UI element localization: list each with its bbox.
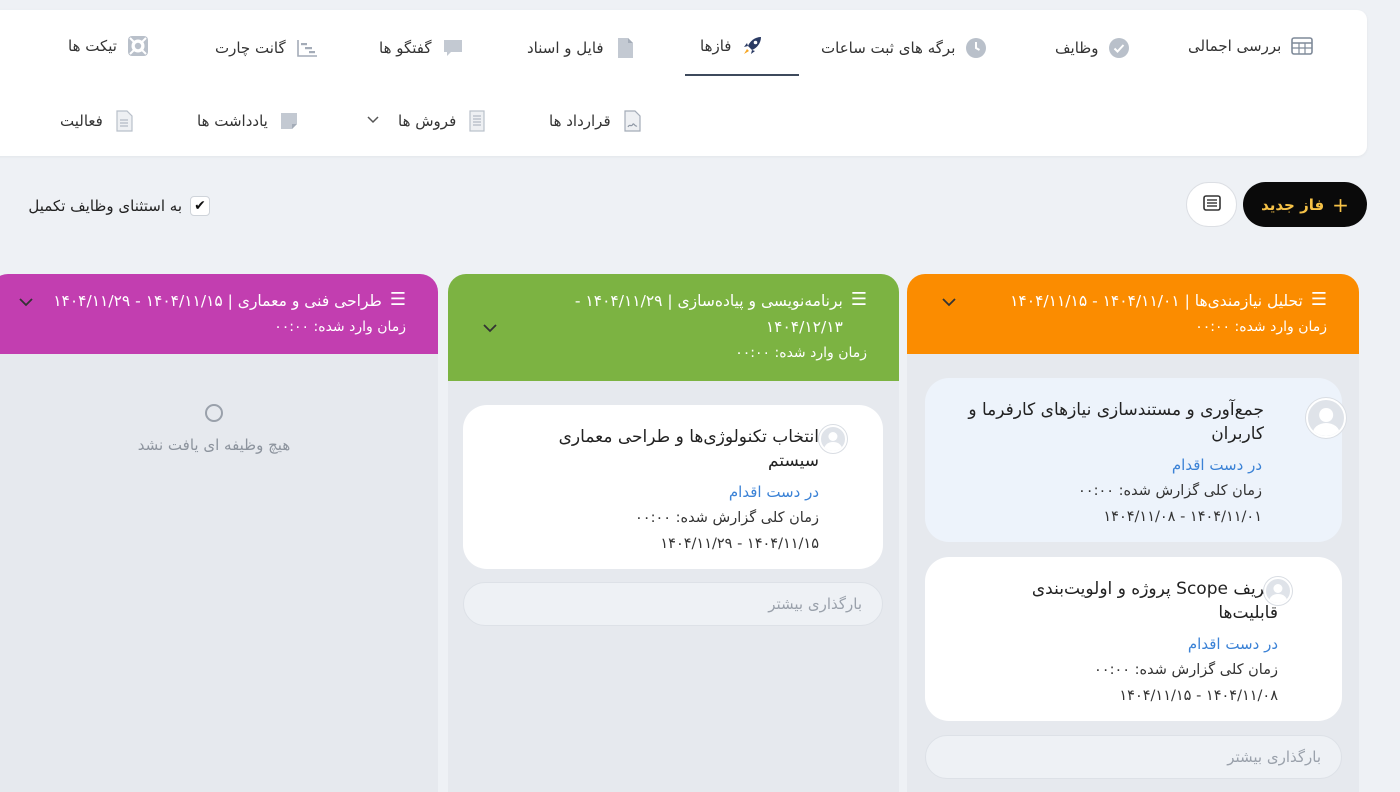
- tab-label: فروش ها: [398, 112, 457, 130]
- chat-icon: [442, 37, 464, 59]
- loading-spinner-icon: [205, 404, 223, 422]
- tab-label: بررسی اجمالی: [1188, 37, 1282, 55]
- avatar: [1264, 577, 1292, 605]
- task-reported-time: زمان کلی گزارش شده: ۰۰:۰۰: [1094, 662, 1278, 678]
- phase-column: ☰ طراحی فنی و معماری | ۱۴۰۴/۱۱/۱۵ - ۱۴۰۴…: [0, 274, 438, 792]
- lifebuoy-icon: [127, 35, 149, 57]
- tab-tasks[interactable]: وظایف: [1055, 33, 1130, 63]
- exclude-completed-label: به استثنای وظایف تکمیل: [28, 197, 182, 215]
- phase-header[interactable]: ☰ طراحی فنی و معماری | ۱۴۰۴/۱۱/۱۵ - ۱۴۰۴…: [0, 274, 438, 354]
- task-reported-time: زمان کلی گزارش شده: ۰۰:۰۰: [635, 510, 819, 526]
- tab-overview[interactable]: بررسی اجمالی: [1188, 31, 1314, 61]
- exclude-completed-filter[interactable]: ✔ به استثنای وظایف تکمیل: [28, 196, 210, 216]
- plus-icon: +: [1332, 192, 1349, 217]
- drag-menu-icon[interactable]: ☰: [390, 288, 406, 312]
- tab-label: وظایف: [1055, 39, 1099, 57]
- avatar: [819, 425, 847, 453]
- tab-files[interactable]: فایل و اسناد: [527, 33, 636, 63]
- tab-label: فایل و اسناد: [527, 39, 604, 57]
- tab-phases[interactable]: فازها: [700, 31, 763, 61]
- empty-state: هیچ وظیفه ای یافت نشد: [0, 404, 438, 454]
- task-status: در دست اقدام: [728, 483, 819, 501]
- task-reported-time: زمان کلی گزارش شده: ۰۰:۰۰: [1078, 483, 1262, 499]
- task-dates: ۱۴۰۴/۱۱/۱۵ - ۱۴۰۴/۱۱/۲۹: [660, 536, 819, 552]
- chevron-down-icon: [366, 114, 380, 129]
- phase-title: طراحی فنی و معماری | ۱۴۰۴/۱۱/۱۵ - ۱۴۰۴/۱…: [53, 292, 382, 310]
- tab-contracts[interactable]: قرارداد ها: [549, 106, 643, 136]
- file-icon: [614, 37, 636, 59]
- note-icon: [278, 110, 300, 132]
- task-dates: ۱۴۰۴/۱۱/۰۱ - ۱۴۰۴/۱۱/۰۸: [1103, 509, 1262, 525]
- clock-icon: [965, 37, 987, 59]
- receipt-icon: [466, 110, 488, 132]
- drag-menu-icon[interactable]: ☰: [1311, 288, 1327, 312]
- phase-time: زمان وارد شده: ۰۰:۰۰: [735, 345, 867, 361]
- tab-gantt[interactable]: گانت چارت: [215, 33, 318, 63]
- tab-label: یادداشت ها: [197, 112, 268, 130]
- load-more-button[interactable]: بارگذاری بیشتر: [925, 735, 1342, 779]
- tab-label: فعالیت: [60, 112, 103, 130]
- tab-label: گانت چارت: [215, 39, 286, 57]
- tab-label: تیکت ها: [68, 37, 117, 55]
- task-card[interactable]: انتخاب تکنولوژی‌ها و طراحی معماری سیستم …: [463, 405, 883, 569]
- task-title[interactable]: انتخاب تکنولوژی‌ها و طراحی معماری سیستم: [529, 425, 849, 473]
- task-card[interactable]: تعریف Scope پروژه و اولویت‌بندی قابلیت‌ه…: [925, 557, 1342, 721]
- empty-text: هیچ وظیفه ای یافت نشد: [137, 436, 291, 454]
- chevron-down-icon[interactable]: [18, 292, 34, 311]
- tab-tickets[interactable]: تیکت ها: [68, 31, 149, 61]
- phase-column: ☰ برنامه‌نویسی و پیاده‌سازی | ۱۴۰۴/۱۱/۲۹…: [448, 274, 899, 792]
- new-phase-button[interactable]: + فاز جدید: [1243, 182, 1367, 227]
- phase-header[interactable]: ☰ تحلیل نیازمندی‌ها | ۱۴۰۴/۱۱/۰۱ - ۱۴۰۴/…: [907, 274, 1359, 354]
- document-icon: [113, 110, 135, 132]
- tab-label: گفتگو ها: [379, 39, 432, 57]
- task-dates: ۱۴۰۴/۱۱/۰۸ - ۱۴۰۴/۱۱/۱۵: [1119, 688, 1278, 704]
- rocket-icon: [741, 35, 763, 57]
- chevron-down-icon[interactable]: [482, 318, 498, 337]
- contract-icon: [621, 110, 643, 132]
- drag-menu-icon[interactable]: ☰: [851, 288, 867, 312]
- table-icon: [1291, 35, 1314, 57]
- phase-title: تحلیل نیازمندی‌ها | ۱۴۰۴/۱۱/۰۱ - ۱۴۰۴/۱۱…: [1010, 292, 1303, 310]
- tab-timesheets[interactable]: برگه های ثبت ساعات: [821, 33, 987, 63]
- phase-time: زمان وارد شده: ۰۰:۰۰: [1195, 319, 1327, 335]
- task-card[interactable]: جمع‌آوری و مستندسازی نیازهای کارفرما و ک…: [925, 378, 1346, 542]
- task-status: در دست اقدام: [1187, 635, 1278, 653]
- gantt-icon: [296, 37, 318, 59]
- phase-time: زمان وارد شده: ۰۰:۰۰: [274, 319, 406, 335]
- phase-header[interactable]: ☰ برنامه‌نویسی و پیاده‌سازی | ۱۴۰۴/۱۱/۲۹…: [448, 274, 899, 381]
- tab-label: فازها: [700, 37, 732, 55]
- tab-sales[interactable]: فروش ها: [366, 106, 488, 136]
- task-title[interactable]: جمع‌آوری و مستندسازی نیازهای کارفرما و ک…: [947, 398, 1304, 446]
- tab-notes[interactable]: یادداشت ها: [197, 106, 300, 136]
- avatar: [1306, 398, 1346, 438]
- task-status: در دست اقدام: [1171, 456, 1262, 474]
- list-view-icon: [1202, 194, 1221, 215]
- active-tab-indicator: [685, 74, 799, 76]
- check-circle-icon: [1108, 37, 1130, 59]
- tab-label: برگه های ثبت ساعات: [821, 39, 956, 57]
- tab-activity[interactable]: فعالیت: [60, 106, 135, 136]
- exclude-completed-checkbox[interactable]: ✔: [190, 196, 210, 216]
- phase-column: ☰ تحلیل نیازمندی‌ها | ۱۴۰۴/۱۱/۰۱ - ۱۴۰۴/…: [907, 274, 1359, 792]
- load-more-button[interactable]: بارگذاری بیشتر: [463, 582, 883, 626]
- chevron-down-icon[interactable]: [941, 292, 957, 311]
- view-toggle-button[interactable]: [1186, 182, 1237, 227]
- tab-label: قرارداد ها: [549, 112, 611, 130]
- tab-discussions[interactable]: گفتگو ها: [379, 33, 464, 63]
- new-phase-label: فاز جدید: [1261, 195, 1325, 214]
- task-title[interactable]: تعریف Scope پروژه و اولویت‌بندی قابلیت‌ه…: [974, 577, 1304, 625]
- phase-title: برنامه‌نویسی و پیاده‌سازی | ۱۴۰۴/۱۱/۲۹ -…: [574, 292, 843, 336]
